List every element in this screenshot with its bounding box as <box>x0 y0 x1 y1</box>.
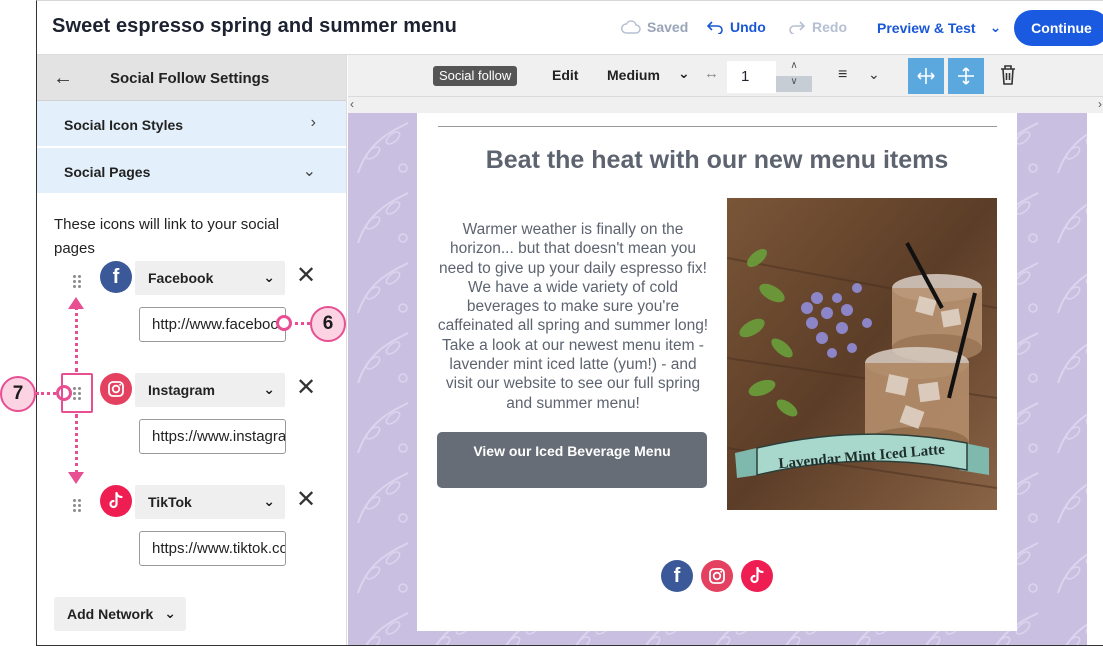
stepper-up-icon[interactable]: ∧ <box>776 60 812 76</box>
add-network-label: Add Network <box>67 606 154 622</box>
spacing-input[interactable]: 1 <box>727 61 776 93</box>
scroll-right-icon[interactable]: › <box>1098 97 1102 111</box>
horizontal-scrollbar[interactable]: ‹ › <box>348 97 1103 113</box>
block-type-badge: Social follow <box>433 66 518 86</box>
saved-label: Saved <box>647 19 689 35</box>
stepper-down-icon[interactable]: ∨ <box>776 76 812 92</box>
block-toolbar: Social follow Edit Medium ⌄ ↔ 1 ∧ ∨ ≡ ⌄ <box>348 55 1103 97</box>
divider <box>438 126 997 127</box>
redo-icon <box>789 21 806 34</box>
panel-header: ← Social Follow Settings <box>37 55 346 101</box>
callout-connector <box>36 392 56 395</box>
arrow-up-icon <box>68 297 84 309</box>
facebook-icon[interactable]: f <box>661 560 693 592</box>
preview-test-button[interactable]: Preview & Test ⌄ <box>877 19 1001 36</box>
full-width-icon[interactable] <box>908 58 944 94</box>
network-url-field-facebook[interactable] <box>139 307 286 342</box>
email-canvas[interactable]: Beat the heat with our new menu items Wa… <box>348 113 1103 645</box>
spacing-icon: ↔ <box>704 65 719 82</box>
back-arrow-icon[interactable]: ← <box>53 67 73 90</box>
trash-icon[interactable] <box>998 63 1018 87</box>
network-url-field-instagram[interactable] <box>139 419 286 454</box>
facebook-icon: f <box>100 261 132 293</box>
chevron-down-icon: ⌄ <box>263 381 275 397</box>
preview-label: Preview & Test <box>877 19 976 36</box>
email-social-icons[interactable]: f <box>661 560 781 592</box>
accordion-label: Social Pages <box>64 164 151 180</box>
redo-button[interactable]: Redo <box>788 19 847 35</box>
icon-size-select[interactable]: Medium <box>607 67 660 83</box>
canvas-edge <box>1087 113 1103 645</box>
continue-button[interactable]: Continue <box>1014 10 1103 46</box>
chevron-down-icon[interactable]: ⌄ <box>678 65 690 82</box>
drag-handle-icon[interactable] <box>73 275 81 289</box>
remove-network-icon[interactable]: ✕ <box>295 488 317 512</box>
add-network-button[interactable]: Add Network ⌄ <box>54 597 186 631</box>
drag-handle-icon[interactable] <box>73 499 81 513</box>
callout-ring <box>276 315 292 331</box>
network-select-label: Facebook <box>148 270 214 286</box>
undo-label: Undo <box>730 19 766 35</box>
scroll-left-icon[interactable]: ‹ <box>350 97 354 111</box>
network-select-facebook[interactable]: Facebook ⌄ <box>135 261 285 295</box>
document-title[interactable]: Sweet espresso spring and summer menu <box>52 15 457 38</box>
drag-arrow-up <box>75 306 78 372</box>
callout-7: 7 <box>0 376 36 412</box>
undo-icon <box>706 21 723 34</box>
callout-6: 6 <box>310 306 346 342</box>
network-select-instagram[interactable]: Instagram ⌄ <box>135 373 285 407</box>
cloud-icon <box>621 20 641 34</box>
email-content[interactable]: Beat the heat with our new menu items Wa… <box>417 113 1017 631</box>
settings-panel: ← Social Follow Settings Social Icon Sty… <box>37 55 347 645</box>
network-row-tiktok: TikTok ⌄ ✕ <box>37 485 347 595</box>
accordion-social-icon-styles[interactable]: Social Icon Styles › <box>37 101 346 148</box>
network-select-label: TikTok <box>148 494 192 510</box>
panel-title: Social Follow Settings <box>110 70 270 87</box>
network-select-label: Instagram <box>148 382 215 398</box>
email-heading[interactable]: Beat the heat with our new menu items <box>417 146 1017 175</box>
network-url-field-tiktok[interactable] <box>139 531 286 566</box>
accordion-label: Social Icon Styles <box>64 117 184 133</box>
instagram-icon[interactable] <box>701 560 733 592</box>
full-height-icon[interactable] <box>948 58 984 94</box>
tiktok-icon <box>100 485 132 517</box>
accordion-social-pages[interactable]: Social Pages ⌄ <box>37 148 346 195</box>
tiktok-icon[interactable] <box>741 560 773 592</box>
drag-arrow-down <box>75 414 78 474</box>
chevron-down-icon: ⌄ <box>164 605 176 621</box>
email-body-text[interactable]: Warmer weather is finally on the horizon… <box>437 220 709 413</box>
editor-window: Sweet espresso spring and summer menu Sa… <box>36 0 1103 646</box>
cta-button[interactable]: View our Iced Beverage Menu <box>437 432 707 488</box>
chevron-down-icon: ⌄ <box>263 493 275 509</box>
iced-latte-photo[interactable]: Lavendar Mint Iced Latte <box>727 198 997 510</box>
chevron-right-icon: › <box>310 114 316 131</box>
top-bar: Sweet espresso spring and summer menu Sa… <box>37 1 1103 55</box>
chevron-down-icon: ⌄ <box>302 163 316 180</box>
help-text: These icons will link to your social pag… <box>54 216 280 257</box>
network-row-facebook: f Facebook ⌄ ✕ <box>37 261 347 371</box>
edit-button[interactable]: Edit <box>552 67 578 83</box>
remove-network-icon[interactable]: ✕ <box>295 376 317 400</box>
align-center-icon[interactable]: ≡ <box>838 66 847 84</box>
saved-status: Saved <box>621 19 688 35</box>
undo-button[interactable]: Undo <box>706 19 766 35</box>
remove-network-icon[interactable]: ✕ <box>295 264 317 288</box>
chevron-down-icon[interactable]: ⌄ <box>868 66 880 83</box>
instagram-icon <box>100 373 132 405</box>
redo-label: Redo <box>812 19 847 35</box>
chevron-down-icon: ⌄ <box>263 269 275 285</box>
arrow-down-icon <box>68 472 84 484</box>
network-select-tiktok[interactable]: TikTok ⌄ <box>135 485 285 519</box>
drag-handle-highlight <box>61 373 93 413</box>
chevron-down-icon: ⌄ <box>989 19 1002 35</box>
